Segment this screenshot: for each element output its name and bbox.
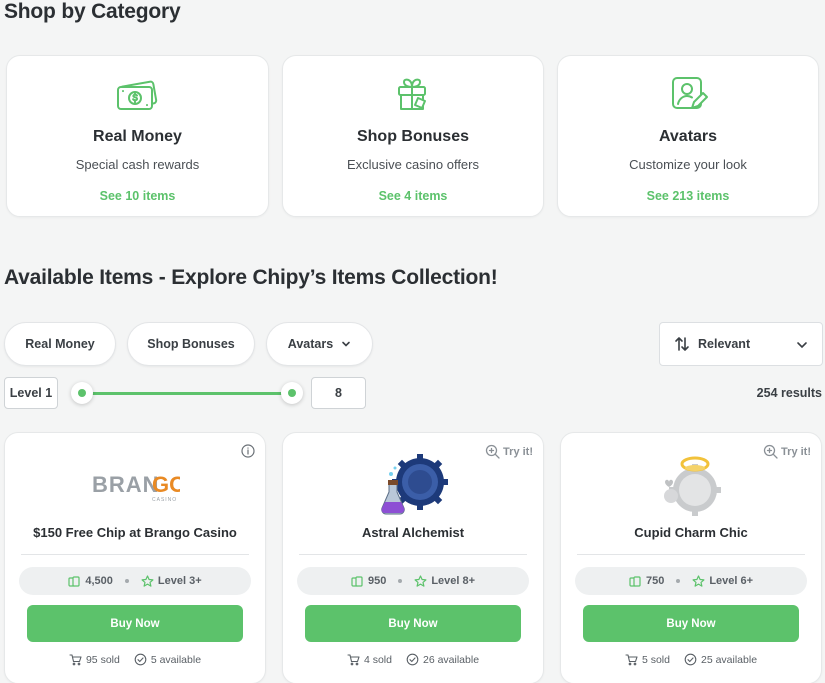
level-max-field[interactable]: 8 (311, 377, 366, 409)
cupid-charm-chic-avatar (664, 456, 721, 516)
star-icon (414, 574, 427, 587)
sort-arrows-icon (675, 337, 689, 351)
see-items-link[interactable]: See 10 items (7, 189, 268, 203)
item-name: $150 Free Chip at Brango Casino (33, 525, 237, 540)
item-stats: 950 Level 8+ (297, 567, 529, 595)
zoom-in-icon (763, 444, 778, 459)
zoom-in-icon (485, 444, 500, 459)
item-meta: 4 sold 26 available (283, 653, 543, 666)
sold-count: 95 sold (85, 653, 120, 666)
chip-label: Shop Bonuses (147, 337, 235, 351)
item-level: Level 6+ (709, 575, 754, 587)
item-stats: 750 Level 6+ (575, 567, 807, 595)
check-circle-icon (684, 653, 697, 666)
cart-icon (69, 654, 82, 666)
buy-now-button[interactable]: Buy Now (27, 605, 243, 642)
avatar-edit-icon (672, 77, 708, 109)
sort-label: Relevant (698, 337, 751, 351)
buy-now-button[interactable]: Buy Now (583, 605, 799, 642)
see-items-link[interactable]: See 4 items (283, 189, 543, 203)
star-icon (141, 574, 154, 587)
filter-chip-real-money[interactable]: Real Money (4, 322, 116, 366)
item-level: Level 3+ (157, 575, 202, 587)
chip-label: Real Money (25, 337, 95, 351)
available-count: 25 available (700, 653, 758, 666)
sort-dropdown[interactable]: Relevant (659, 322, 823, 366)
item-name: Cupid Charm Chic (634, 525, 748, 540)
sold-count: 4 sold (363, 653, 392, 666)
item-stats: 4,500 Level 3+ (19, 567, 251, 595)
astral-alchemist-avatar (381, 454, 448, 515)
gift-icon (398, 78, 426, 110)
item-meta: 5 sold 25 available (561, 653, 821, 666)
chevron-down-icon (342, 341, 351, 347)
results-count: 254 results (756, 386, 822, 400)
star-icon (692, 574, 705, 587)
item-card: BRAN GO CASINO $150 Free Chip at Brango … (4, 432, 266, 683)
section-title-items: Available Items - Explore Chipy’s Items … (4, 266, 498, 289)
divider (299, 554, 527, 555)
try-it-label: Try it! (781, 445, 811, 458)
category-card-avatars[interactable]: Avatars Customize your look See 213 item… (557, 55, 819, 217)
item-image (646, 456, 736, 516)
cart-icon (625, 654, 638, 666)
item-card: Try it! Cupid Charm Chic 750 Level 6+ Bu… (560, 432, 822, 683)
item-name: Astral Alchemist (361, 525, 465, 540)
check-circle-icon (134, 653, 147, 666)
svg-text:BRAN: BRAN (92, 472, 160, 497)
divider (577, 554, 805, 555)
buy-now-button[interactable]: Buy Now (305, 605, 521, 642)
category-card-real-money[interactable]: Real Money Special cash rewards See 10 i… (6, 55, 269, 217)
info-icon (241, 444, 255, 458)
section-title-categories: Shop by Category (4, 0, 181, 23)
chevron-down-icon (797, 342, 807, 349)
cart-icon (347, 654, 360, 666)
brango-logo: BRAN GO CASINO (92, 472, 180, 503)
available-count: 26 available (422, 653, 480, 666)
item-price: 750 (645, 575, 665, 587)
filter-chip-shop-bonuses[interactable]: Shop Bonuses (127, 322, 255, 366)
category-card-shop-bonuses[interactable]: Shop Bonuses Exclusive casino offers See… (282, 55, 544, 217)
level-slider-track[interactable] (82, 392, 292, 395)
separator-dot (676, 579, 681, 583)
category-title: Shop Bonuses (356, 128, 469, 145)
coins-icon (68, 575, 80, 587)
item-level: Level 8+ (431, 575, 476, 587)
level-min-field[interactable]: Level 1 (4, 377, 58, 409)
try-it-button[interactable]: Try it! (763, 444, 811, 459)
category-subtitle: Special cash rewards (75, 157, 200, 172)
svg-text:CASINO: CASINO (152, 497, 177, 503)
coins-icon (629, 575, 641, 587)
category-title: Avatars (658, 128, 718, 145)
item-meta: 95 sold 5 available (5, 653, 265, 666)
level-slider-max-handle[interactable] (281, 382, 303, 404)
separator-dot (124, 579, 129, 583)
svg-text:GO: GO (152, 472, 180, 497)
item-price: 950 (367, 575, 387, 587)
check-circle-icon (406, 653, 419, 666)
item-price: 4,500 (85, 575, 113, 587)
item-image (368, 454, 458, 515)
available-count: 5 available (150, 653, 202, 666)
sold-count: 5 sold (641, 653, 670, 666)
item-card: Try it! Astral Alchemist 950 Level 8+ Bu… (282, 432, 544, 683)
try-it-button[interactable]: Try it! (485, 444, 533, 459)
category-subtitle: Customize your look (629, 157, 747, 172)
filter-chip-avatars[interactable]: Avatars (266, 322, 373, 366)
see-items-link[interactable]: See 213 items (558, 189, 818, 203)
money-bills-icon (116, 80, 157, 110)
separator-dot (398, 579, 403, 583)
divider (21, 554, 249, 555)
chip-label: Avatars (287, 337, 334, 351)
info-button[interactable] (241, 444, 255, 458)
item-image: BRAN GO CASINO (90, 457, 180, 515)
category-subtitle: Exclusive casino offers (347, 157, 479, 172)
coins-icon (351, 575, 363, 587)
category-title: Real Money (93, 128, 182, 145)
level-slider-min-handle[interactable] (71, 382, 93, 404)
try-it-label: Try it! (503, 445, 533, 458)
